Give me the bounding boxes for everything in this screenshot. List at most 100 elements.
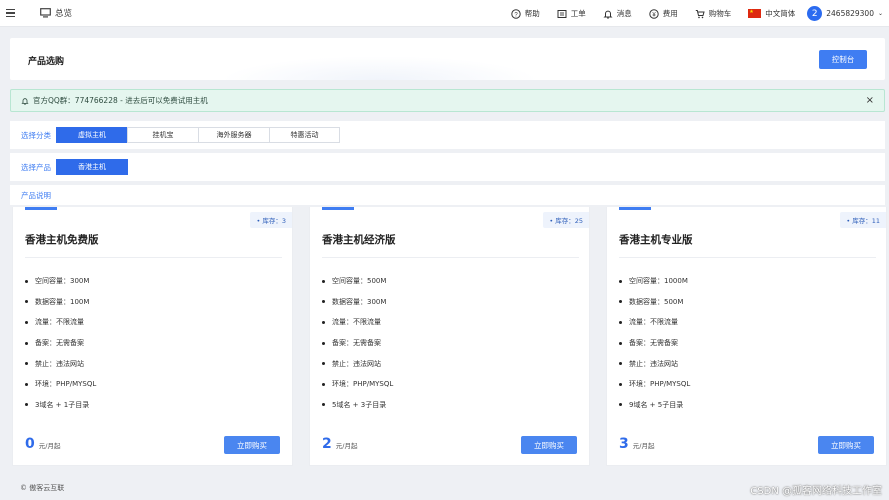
nav-ticket[interactable]: 工单	[557, 8, 586, 19]
spec-item: 备案：无需备案	[25, 333, 96, 354]
price-value: 2	[322, 436, 332, 452]
bell-icon	[603, 10, 613, 19]
price-unit: 元/月起	[632, 442, 655, 450]
price: 0 元/月起	[25, 436, 60, 452]
spec-item: 空间容量：1000M	[619, 271, 690, 292]
spec-item: 流量：不限流量	[619, 312, 690, 333]
spec-item: 9域名 + 5子目录	[619, 395, 690, 416]
nav-message-label: 消息	[616, 9, 632, 18]
yuan-icon: ¥	[649, 8, 659, 19]
chevron-down-icon: ⌄	[877, 10, 883, 17]
buy-now-button[interactable]: 立即购买	[521, 436, 577, 454]
language-label: 中文简体	[765, 9, 796, 18]
user-menu[interactable]: 2 2465829300 ⌄	[807, 6, 883, 21]
buy-now-button[interactable]: 立即购买	[818, 436, 874, 454]
avatar: 2	[807, 6, 823, 21]
nav-billing-label: 费用	[662, 9, 678, 18]
tab-special-offer[interactable]: 特惠活动	[269, 127, 340, 143]
spec-item: 空间容量：500M	[322, 271, 393, 292]
nav-cart-label: 购物车	[708, 9, 732, 18]
price-unit: 元/月起	[335, 442, 358, 450]
spec-item: 备案：无需备案	[322, 333, 393, 354]
tab-hk-host[interactable]: 香港主机	[56, 159, 128, 175]
price-value: 3	[619, 436, 629, 452]
tab-overseas-server[interactable]: 海外服务器	[198, 127, 270, 143]
spec-item: 数据容量：500M	[619, 292, 690, 313]
console-button[interactable]: 控制台	[819, 50, 867, 69]
divider	[25, 257, 282, 258]
stock-badge: • 库存：3	[250, 212, 292, 228]
overview-link[interactable]: 总览	[40, 7, 72, 19]
product-card: • 库存：3 香港主机免费版 空间容量：300M 数据容量：100M 流量：不限…	[12, 207, 293, 466]
stock-badge: • 库存：11	[840, 212, 886, 228]
card-title: 香港主机免费版	[25, 234, 99, 246]
product-row: 选择产品 香港主机	[10, 153, 885, 181]
nav-ticket-label: 工单	[570, 9, 586, 18]
category-row: 选择分类 虚拟主机 挂机宝 海外服务器 特惠活动	[10, 121, 885, 149]
spec-item: 空间容量：300M	[25, 271, 96, 292]
header-decoration	[220, 56, 540, 80]
nav-cart[interactable]: 购物车	[695, 8, 732, 19]
price-value: 0	[25, 436, 35, 452]
product-cards: • 库存：3 香港主机免费版 空间容量：300M 数据容量：100M 流量：不限…	[10, 207, 887, 467]
category-tabs: 虚拟主机 挂机宝 海外服务器 特惠活动	[56, 127, 340, 143]
spec-item: 禁止：违法网站	[619, 353, 690, 374]
price-unit: 元/月起	[38, 442, 61, 450]
divider	[322, 257, 579, 258]
card-accent-bar	[619, 207, 651, 210]
product-card: • 库存：25 香港主机经济版 空间容量：500M 数据容量：300M 流量：不…	[309, 207, 590, 466]
description-row: 产品说明	[10, 185, 885, 205]
menu-icon[interactable]	[6, 9, 15, 18]
spec-item: 环境：PHP/MYSQL	[619, 374, 690, 395]
spec-item: 备案：无需备案	[619, 333, 690, 354]
help-icon: ?	[511, 8, 521, 19]
overview-label: 总览	[55, 9, 73, 19]
bell-icon	[21, 97, 29, 105]
nav-billing[interactable]: ¥ 费用	[649, 8, 678, 19]
monitor-icon	[40, 8, 51, 18]
card-accent-bar	[322, 207, 354, 210]
notice-alert: 官方QQ群：774766228 - 进去后可以免费试用主机 ×	[10, 89, 885, 112]
watermark: CSDN @孤客网络科技工作室	[750, 486, 882, 497]
page-header: 产品选购 控制台	[10, 38, 885, 80]
spec-list: 空间容量：1000M 数据容量：500M 流量：不限流量 备案：无需备案 禁止：…	[619, 271, 690, 415]
price: 2 元/月起	[322, 436, 357, 452]
user-id: 2465829300	[826, 9, 874, 18]
tab-virtual-host[interactable]: 虚拟主机	[56, 127, 128, 143]
spec-item: 环境：PHP/MYSQL	[25, 374, 96, 395]
stock-badge: • 库存：25	[543, 212, 589, 228]
language-switch[interactable]: 中文简体	[748, 8, 795, 19]
close-icon[interactable]: ×	[866, 95, 874, 106]
spec-item: 环境：PHP/MYSQL	[322, 374, 393, 395]
spec-item: 禁止：违法网站	[322, 353, 393, 374]
spec-item: 流量：不限流量	[322, 312, 393, 333]
footer-copyright: © 傲客云互联	[20, 484, 65, 492]
top-bar: 总览 ? 帮助 工单 消息 ¥ 费用 购物车 中文简体 2 2465829300	[0, 0, 889, 27]
china-flag-icon	[748, 9, 762, 18]
spec-list: 空间容量：500M 数据容量：300M 流量：不限流量 备案：无需备案 禁止：违…	[322, 271, 393, 415]
ticket-icon	[557, 9, 567, 18]
product-tabs: 香港主机	[56, 159, 128, 175]
card-title: 香港主机专业版	[619, 234, 693, 246]
buy-now-button[interactable]: 立即购买	[224, 436, 280, 454]
price: 3 元/月起	[619, 436, 654, 452]
spec-item: 流量：不限流量	[25, 312, 96, 333]
product-card: • 库存：11 香港主机专业版 空间容量：1000M 数据容量：500M 流量：…	[606, 207, 887, 466]
product-label: 选择产品	[21, 162, 51, 172]
spec-item: 数据容量：300M	[322, 292, 393, 313]
spec-item: 3域名 + 1子目录	[25, 395, 96, 416]
tab-hosting-box[interactable]: 挂机宝	[127, 127, 199, 143]
spec-list: 空间容量：300M 数据容量：100M 流量：不限流量 备案：无需备案 禁止：违…	[25, 271, 96, 415]
description-label: 产品说明	[21, 190, 51, 200]
page-title: 产品选购	[28, 57, 65, 67]
nav-message[interactable]: 消息	[603, 8, 632, 19]
divider	[619, 257, 876, 258]
cart-icon	[695, 9, 705, 18]
category-label: 选择分类	[21, 130, 51, 140]
card-accent-bar	[25, 207, 57, 210]
nav-help[interactable]: ? 帮助	[511, 8, 540, 19]
spec-item: 5域名 + 3子目录	[322, 395, 393, 416]
spec-item: 数据容量：100M	[25, 292, 96, 313]
alert-text: 官方QQ群：774766228 - 进去后可以免费试用主机	[33, 96, 208, 105]
top-nav: ? 帮助 工单 消息 ¥ 费用 购物车 中文简体 2 2465829300 ⌄	[494, 0, 883, 27]
